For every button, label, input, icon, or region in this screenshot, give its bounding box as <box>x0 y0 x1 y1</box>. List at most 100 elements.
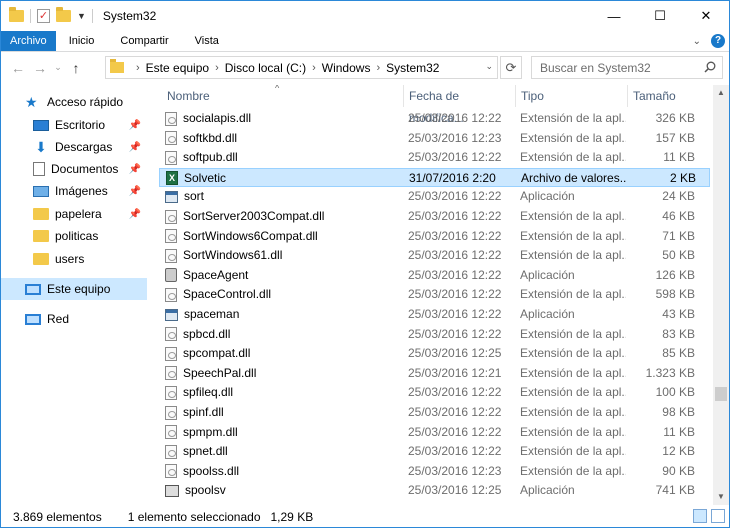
crumb-separator-icon[interactable]: › <box>312 62 316 74</box>
forward-arrow-icon[interactable]: → <box>29 60 51 76</box>
scroll-up-arrow-icon[interactable]: ▲ <box>713 85 729 101</box>
breadcrumb-disco-local[interactable]: Disco local (C:) <box>225 61 306 75</box>
sidebar-item-acceso-rapido[interactable]: ★ Acceso rápido <box>1 91 147 113</box>
file-name: SpeechPal.dll <box>183 365 257 380</box>
column-header-tipo[interactable]: Tipo <box>516 85 628 107</box>
crumb-separator-icon[interactable]: › <box>215 62 219 74</box>
file-size: 98 KB <box>662 405 695 419</box>
file-date: 25/03/2016 12:22 <box>408 111 502 125</box>
file-type: Aplicación <box>520 483 575 498</box>
sidebar-item-label: users <box>55 252 85 266</box>
recent-locations-chevron-icon[interactable]: ⌄ <box>51 62 65 73</box>
file-type: Extensión de la apl... <box>520 248 626 263</box>
table-row[interactable]: SortServer2003Compat.dll 25/03/2016 12:22… <box>159 207 710 226</box>
table-row[interactable]: spoolss.dll 25/03/2016 12:23 Extensión de … <box>159 462 710 481</box>
address-dropdown-icon[interactable]: ⌄ <box>485 61 493 72</box>
table-row[interactable]: spoolsv 25/03/2016 12:25 Aplicación 741 KB <box>159 481 710 500</box>
table-row[interactable]: softpub.dll 25/03/2016 12:22 Extensión de … <box>159 148 710 167</box>
pin-icon[interactable]: 📌 <box>129 120 141 131</box>
scrollbar-thumb[interactable] <box>715 387 727 401</box>
table-row[interactable]: SortWindows61.dll 25/03/2016 12:22 Extensi… <box>159 246 710 265</box>
close-button[interactable]: ✕ <box>683 1 729 31</box>
address-bar[interactable]: › Este equipo › Disco local (C:) › Windo… <box>105 56 498 79</box>
file-name-cell: spnet.dll <box>165 442 401 461</box>
sidebar-item-este-equipo[interactable]: Este equipo <box>1 278 147 300</box>
sidebar-item-politicas[interactable]: politicas <box>1 225 147 247</box>
table-row[interactable]: softkbd.dll 25/03/2016 12:23 Extensión de … <box>159 129 710 148</box>
title-bar: ✓ ▼ System32 — ☐ ✕ <box>1 1 729 31</box>
large-icons-view-button[interactable] <box>711 509 725 523</box>
sidebar-item-escritorio[interactable]: Escritorio 📌 <box>1 114 147 136</box>
tab-inicio[interactable]: Inicio <box>56 31 108 51</box>
file-name-cell: spoolss.dll <box>165 462 401 481</box>
breadcrumb-system32[interactable]: System32 <box>386 61 439 75</box>
sidebar-item-documentos[interactable]: Documentos 📌 <box>1 158 147 180</box>
file-type: Extensión de la apl... <box>520 228 626 243</box>
table-row[interactable]: spcompat.dll 25/03/2016 12:25 Extensión de… <box>159 344 710 363</box>
file-type: Extensión de la apl... <box>520 326 626 341</box>
pin-icon[interactable]: 📌 <box>129 209 141 220</box>
breadcrumb-este-equipo[interactable]: Este equipo <box>146 61 209 75</box>
pin-icon[interactable]: 📌 <box>129 164 141 175</box>
sidebar-item-label: Imágenes <box>55 184 108 198</box>
file-name-cell: spfileq.dll <box>165 383 401 402</box>
column-header-fecha[interactable]: Fecha de modifica... <box>404 85 516 125</box>
column-header-tamano[interactable]: Tamaño <box>628 85 710 107</box>
maximize-button[interactable]: ☐ <box>637 1 683 31</box>
search-icon[interactable] <box>704 61 716 73</box>
expand-ribbon-chevron-icon[interactable]: ⌄ <box>693 36 701 47</box>
file-name-cell: spcompat.dll <box>165 344 401 363</box>
documents-icon <box>33 162 45 176</box>
table-row[interactable]: socialapis.dll 25/03/2016 12:22 Extensión … <box>159 109 710 128</box>
file-type: Extensión de la apl... <box>520 346 626 361</box>
help-icon[interactable]: ? <box>711 34 725 48</box>
up-arrow-icon[interactable]: ↑ <box>65 60 87 76</box>
customize-dropdown-icon[interactable]: ▼ <box>77 11 86 21</box>
table-row[interactable]: spaceman 25/03/2016 12:22 Aplicación 43 KB <box>159 305 710 324</box>
tab-vista[interactable]: Vista <box>182 31 232 51</box>
folder-icon <box>33 253 49 265</box>
details-view-button[interactable] <box>693 509 707 523</box>
table-row[interactable]: SortWindows6Compat.dll 25/03/2016 12:22 Ex… <box>159 227 710 246</box>
properties-icon[interactable]: ✓ <box>37 9 50 23</box>
scroll-down-arrow-icon[interactable]: ▼ <box>713 489 729 505</box>
table-row[interactable]: spnet.dll 25/03/2016 12:22 Extensión de la… <box>159 442 710 461</box>
file-name: socialapis.dll <box>183 111 252 125</box>
crumb-separator-icon[interactable]: › <box>136 62 140 74</box>
refresh-button[interactable]: ⟳ <box>500 56 522 79</box>
pin-icon[interactable]: 📌 <box>129 186 141 197</box>
file-name: SortWindows61.dll <box>183 248 283 263</box>
sidebar-item-papelera[interactable]: papelera 📌 <box>1 203 147 225</box>
table-row[interactable]: spfileq.dll 25/03/2016 12:22 Extensión de … <box>159 383 710 402</box>
table-row[interactable]: SpaceControl.dll 25/03/2016 12:22 Extensió… <box>159 285 710 304</box>
table-row[interactable]: SpaceAgent 25/03/2016 12:22 Aplicación 126 … <box>159 266 710 285</box>
sidebar-item-users[interactable]: users <box>1 248 147 270</box>
pin-icon[interactable]: 📌 <box>129 142 141 153</box>
sidebar-item-red[interactable]: Red <box>1 308 147 330</box>
dll-file-icon <box>165 287 177 302</box>
file-size: 11 KB <box>663 150 695 165</box>
search-input[interactable]: Buscar en System32 <box>531 56 723 79</box>
table-row[interactable]: SpeechPal.dll 25/03/2016 12:21 Extensión d… <box>159 364 710 383</box>
table-row[interactable]: spinf.dll 25/03/2016 12:22 Extensión de la… <box>159 403 710 422</box>
table-row[interactable]: spmpm.dll 25/03/2016 12:22 Extensión de la… <box>159 423 710 442</box>
column-header-nombre[interactable]: Nombre <box>162 85 404 107</box>
file-name-cell: Solvetic <box>166 169 402 188</box>
new-folder-icon[interactable] <box>56 7 71 22</box>
vertical-scrollbar[interactable]: ▲ ▼ <box>713 85 729 505</box>
sidebar-item-descargas[interactable]: ⬇ Descargas 📌 <box>1 136 147 158</box>
file-date: 25/03/2016 12:21 <box>408 365 502 380</box>
file-date: 25/03/2016 12:22 <box>408 287 502 302</box>
back-arrow-icon[interactable]: ← <box>7 60 29 76</box>
crumb-separator-icon[interactable]: › <box>376 62 380 74</box>
breadcrumb-windows[interactable]: Windows <box>322 61 371 75</box>
table-row[interactable]: Solvetic 31/07/2016 2:20 Archivo de valore… <box>159 167 710 188</box>
tab-archivo[interactable]: Archivo <box>1 31 56 51</box>
sidebar-item-label: Escritorio <box>55 118 106 132</box>
table-row[interactable]: sort 25/03/2016 12:22 Aplicación 24 KB <box>159 187 710 206</box>
table-row[interactable]: spbcd.dll 25/03/2016 12:22 Extensión de la… <box>159 325 710 344</box>
view-toggle <box>693 509 725 523</box>
minimize-button[interactable]: — <box>591 1 637 31</box>
sidebar-item-imagenes[interactable]: Imágenes 📌 <box>1 180 147 202</box>
tab-compartir[interactable]: Compartir <box>107 31 181 51</box>
